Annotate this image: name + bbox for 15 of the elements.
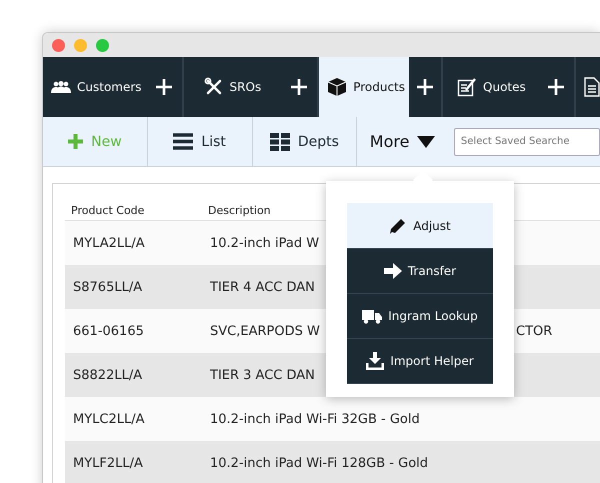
- table-cell: 10.2-inch iPad W: [210, 236, 320, 250]
- table-cell: TIER 3 ACC DAN: [210, 368, 315, 382]
- table-cell: 10.2-inch iPad Wi-Fi 128GB - Gold: [210, 456, 428, 470]
- table-cell: CTOR: [516, 324, 552, 338]
- table-cell-text: MYLA2LL/A: [72, 236, 146, 250]
- table-cell-text: 661-06165: [72, 324, 145, 338]
- table-cell-text: S8822LL/A: [72, 368, 144, 382]
- table-cell-text: MYLC2LL/A: [72, 412, 146, 426]
- table-cell: TIER 4 ACC DAN: [210, 280, 315, 294]
- column-header: Product Code: [70, 204, 146, 219]
- table-cell: SVC,EARPODS W: [210, 324, 320, 338]
- table-cell: 10.2-inch iPad Wi-Fi 32GB - Gold: [210, 412, 420, 426]
- table-cell-text: S8765LL/A: [72, 280, 144, 294]
- column-header: Description: [208, 204, 271, 219]
- table-cell-text: MYLF2LL/A: [72, 456, 144, 470]
